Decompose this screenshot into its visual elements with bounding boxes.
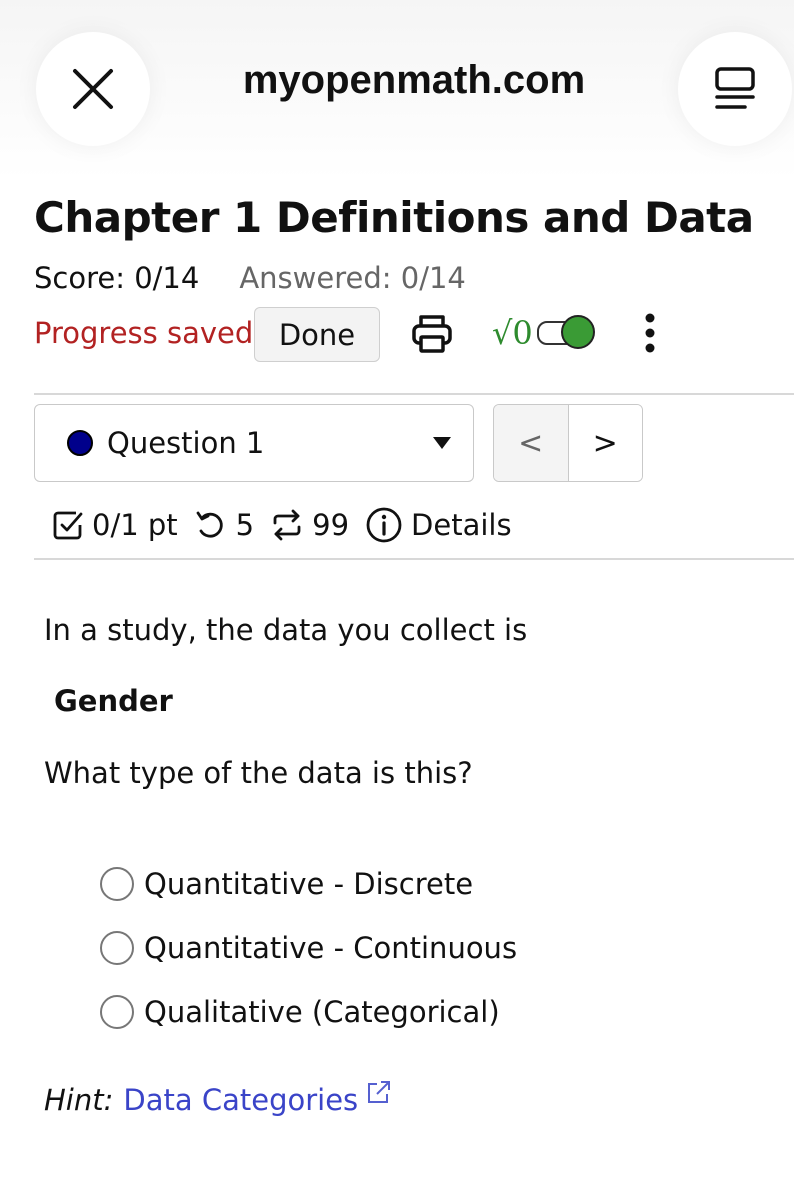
meta-divider [34, 558, 794, 560]
score-line: Score: 0/14 Answered: 0/14 [34, 261, 466, 295]
radio-button[interactable] [100, 995, 134, 1029]
hint-label: Hint: [44, 1083, 114, 1117]
header-divider [34, 393, 794, 395]
regenerate-icon [270, 508, 304, 542]
choice-quantitative-continuous[interactable]: Quantitative - Continuous [100, 931, 517, 965]
choice-label: Quantitative - Discrete [144, 867, 474, 901]
previous-question-button[interactable]: < [494, 405, 569, 481]
next-question-button[interactable]: > [568, 405, 642, 481]
reader-mode-button[interactable] [678, 32, 792, 146]
points-text: 0/1 pt [92, 508, 178, 542]
question-ask: What type of the data is this? [44, 756, 473, 790]
caret-down-icon [433, 437, 451, 449]
choice-label: Qualitative (Categorical) [144, 995, 500, 1029]
print-icon [412, 315, 452, 353]
question-meta-row: 0/1 pt 5 99 Details [52, 506, 512, 544]
more-options-button[interactable] [640, 312, 660, 360]
answered-text: Answered: 0/14 [239, 261, 466, 295]
progress-status: Progress saved [34, 316, 254, 350]
math-toggle-label: √0 [492, 314, 533, 352]
retries-count: 5 [235, 508, 255, 542]
choice-qualitative-categorical[interactable]: Qualitative (Categorical) [100, 995, 500, 1029]
checkbox-icon [52, 509, 84, 541]
close-button[interactable] [36, 32, 150, 146]
page-title: Chapter 1 Definitions and Data [34, 193, 754, 242]
external-link-icon [366, 1078, 392, 1112]
reader-mode-icon [715, 67, 755, 109]
choice-quantitative-discrete[interactable]: Quantitative - Discrete [100, 867, 473, 901]
score-text: Score: 0/14 [34, 261, 200, 295]
info-icon[interactable] [365, 506, 403, 544]
done-button[interactable]: Done [254, 307, 380, 362]
close-icon [73, 69, 113, 109]
question-select-label: Question 1 [107, 426, 265, 460]
question-status-dot [67, 430, 93, 456]
details-link[interactable]: Details [411, 508, 512, 542]
toggle-knob [560, 315, 595, 349]
hint-row: Hint: Data Categories [44, 1081, 392, 1117]
regens-count: 99 [312, 508, 350, 542]
more-vertical-icon [645, 313, 655, 353]
hint-link[interactable]: Data Categories [123, 1083, 358, 1117]
question-nav-group: < > [493, 404, 643, 482]
math-entry-toggle[interactable]: √0 [492, 314, 595, 352]
radio-button[interactable] [100, 867, 134, 901]
retry-icon [194, 509, 228, 541]
print-button[interactable] [410, 312, 454, 360]
question-prompt: In a study, the data you collect is [44, 613, 528, 647]
data-value: Gender [54, 684, 173, 718]
radio-button[interactable] [100, 931, 134, 965]
choice-label: Quantitative - Continuous [144, 931, 518, 965]
question-select[interactable]: Question 1 [34, 404, 474, 482]
site-url[interactable]: myopenmath.com [150, 58, 678, 103]
toggle-track [536, 315, 595, 349]
